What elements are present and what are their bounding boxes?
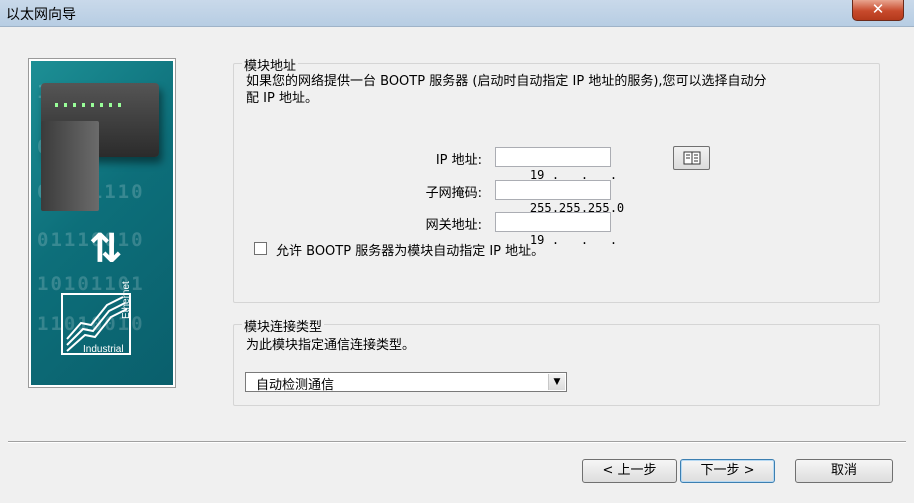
back-button[interactable]: < 上一步: [582, 459, 677, 483]
close-icon: ✕: [871, 0, 885, 18]
subnet-octet[interactable]: 0: [617, 199, 639, 217]
connection-type-value: 自动检测通信: [256, 378, 335, 393]
cancel-button[interactable]: 取消: [795, 459, 893, 483]
plc-leds: [55, 103, 125, 107]
wizard-image: 10010101 01000110 01101110 01110010 1010…: [28, 58, 176, 388]
subnet-mask-field[interactable]: 255.255.255.0: [495, 180, 624, 215]
next-button[interactable]: 下一步 >: [680, 459, 775, 483]
close-button[interactable]: ✕: [852, 0, 904, 21]
gateway-field[interactable]: 19...: [495, 212, 617, 247]
connection-type-select[interactable]: 自动检测通信 ▼: [245, 372, 567, 393]
connection-description: 为此模块指定通信连接类型。: [246, 338, 416, 353]
address-book-button[interactable]: [673, 146, 710, 170]
updown-arrows-icon: ⇅: [89, 226, 123, 272]
footer-separator: [8, 441, 906, 443]
description-line: 如果您的网络提供一台 BOOTP 服务器 (启动时自动指定 IP 地址的服务),…: [246, 74, 767, 89]
plc-front-panel: [41, 121, 99, 211]
subnet-mask-label: 子网掩码:: [425, 186, 482, 201]
group-legend: 模块连接类型: [242, 316, 325, 335]
address-book-icon: [683, 151, 700, 164]
ethernet-label: Ethernet: [121, 281, 132, 319]
bootp-checkbox-label[interactable]: 允许 BOOTP 服务器为模块自动指定 IP 地址。: [276, 240, 544, 259]
ip-address-label: IP 地址:: [435, 153, 482, 168]
ip-address-field[interactable]: 19...: [495, 147, 617, 182]
address-description: 如果您的网络提供一台 BOOTP 服务器 (启动时自动指定 IP 地址的服务),…: [246, 73, 876, 107]
description-line: 配 IP 地址。: [246, 91, 318, 106]
industrial-ethernet-illustration: 10010101 01000110 01101110 01110010 1010…: [31, 61, 173, 385]
group-legend: 模块地址: [242, 55, 299, 74]
bootp-checkbox[interactable]: [254, 242, 267, 255]
industrial-label: Industrial: [83, 344, 124, 355]
gateway-label: 网关地址:: [425, 218, 482, 233]
window-title: 以太网向导: [6, 7, 76, 23]
chevron-down-icon[interactable]: ▼: [548, 374, 565, 390]
dialog-client: 10010101 01000110 01101110 01110010 1010…: [0, 27, 914, 503]
title-bar: 以太网向导 ✕: [0, 0, 914, 27]
